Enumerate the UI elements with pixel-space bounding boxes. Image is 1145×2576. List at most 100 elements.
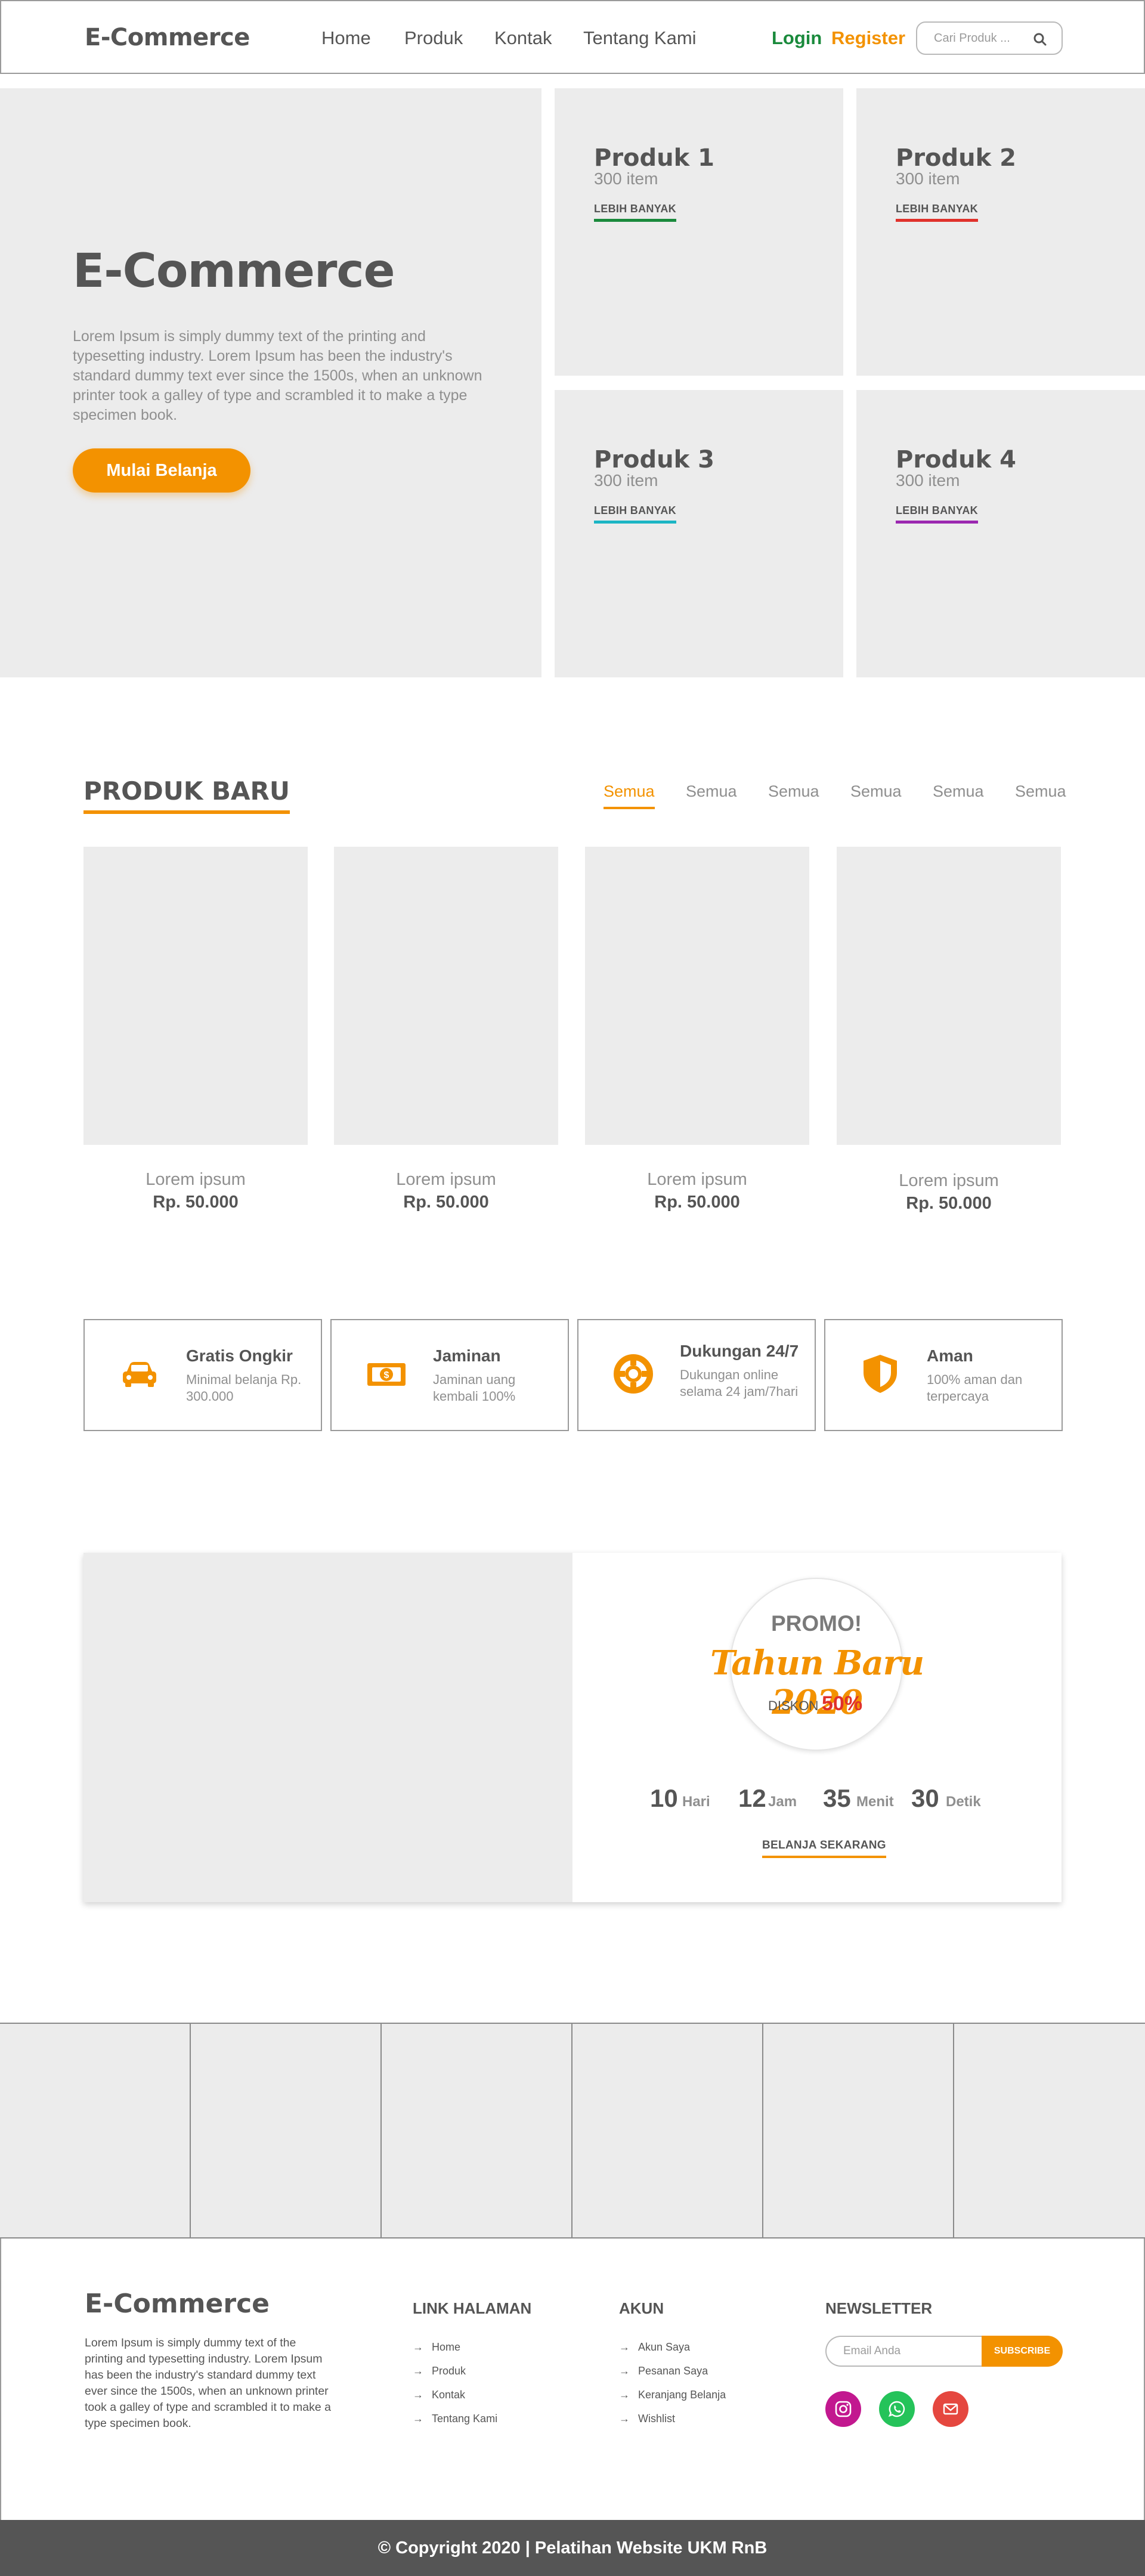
instagram-icon [835, 2401, 852, 2417]
countdown-days: 10 [650, 1784, 678, 1812]
countdown-minutes-unit: Menit [856, 1794, 894, 1810]
category-more-link[interactable]: LEBIH BANYAK [594, 504, 676, 524]
newsletter-email-input[interactable] [825, 2336, 983, 2367]
category-card[interactable]: Produk 3 300 item LEBIH BANYAK [555, 390, 843, 677]
product-price: Rp. 50.000 [654, 1193, 740, 1212]
footer-link-label[interactable]: Produk [432, 2365, 466, 2377]
hero-title: E-Commerce [73, 244, 395, 298]
footer-account-title: AKUN [619, 2299, 664, 2317]
gallery-tile[interactable] [572, 2024, 763, 2237]
category-card[interactable]: Produk 1 300 item LEBIH BANYAK [555, 88, 843, 376]
product-image[interactable] [334, 847, 558, 1145]
navbar: E-Commerce Home Produk Kontak Tentang Ka… [0, 0, 1145, 74]
gallery-tile[interactable] [0, 2024, 191, 2237]
footer-account-label[interactable]: Keranjang Belanja [638, 2389, 726, 2401]
feature-title: Dukungan 24/7 [680, 1342, 799, 1360]
footer-account-label[interactable]: Akun Saya [638, 2341, 690, 2354]
svg-text:$: $ [384, 1370, 389, 1380]
arrow-right-icon: → [413, 2412, 423, 2425]
filter-tab[interactable]: Semua [768, 782, 819, 801]
login-link[interactable]: Login [772, 27, 822, 49]
shop-now-link[interactable]: BELANJA SEKARANG [762, 1839, 886, 1858]
product-image[interactable] [837, 847, 1061, 1145]
category-count: 300 item [896, 471, 960, 490]
category-card[interactable]: Produk 2 300 item LEBIH BANYAK [856, 88, 1145, 376]
feature-card: $ Jaminan Jaminan uang kembali 100% [330, 1319, 569, 1431]
feature-description: Dukungan online selama 24 jam/7hari [680, 1367, 799, 1399]
feature-title: Gratis Ongkir [186, 1346, 293, 1365]
category-more-link[interactable]: LEBIH BANYAK [896, 203, 978, 222]
feature-card: Gratis Ongkir Minimal belanja Rp. 300.00… [83, 1319, 322, 1431]
footer-link-label[interactable]: Home [432, 2341, 460, 2354]
subscribe-button[interactable]: SUBSCRIBE [982, 2336, 1063, 2367]
start-shopping-button[interactable]: Mulai Belanja [73, 448, 250, 493]
footer-link-item[interactable]: → Tentang Kami [413, 2407, 497, 2431]
nav-kontak[interactable]: Kontak [494, 27, 552, 49]
category-title: Produk 3 [594, 446, 714, 473]
countdown-seconds-unit: Detik [946, 1794, 981, 1810]
brand-logo[interactable]: E-Commerce [85, 24, 250, 51]
footer-account-label[interactable]: Wishlist [638, 2413, 675, 2425]
footer-account-label[interactable]: Pesanan Saya [638, 2365, 708, 2377]
footer-link-item[interactable]: → Home [413, 2335, 497, 2359]
money-icon: $ [367, 1363, 406, 1386]
search-icon[interactable] [1032, 31, 1048, 48]
section-title-new-products: PRODUK BARU [83, 776, 290, 814]
nav-home[interactable]: Home [321, 27, 371, 49]
register-link[interactable]: Register [831, 27, 905, 49]
gallery-tile[interactable] [382, 2024, 572, 2237]
gallery-tile[interactable] [763, 2024, 954, 2237]
product-image[interactable] [83, 847, 308, 1145]
hero-banner: E-Commerce Lorem Ipsum is simply dummy t… [0, 88, 541, 677]
arrow-right-icon: → [619, 2412, 630, 2425]
footer-account-item[interactable]: → Keranjang Belanja [619, 2383, 726, 2407]
whatsapp-button[interactable] [879, 2391, 915, 2427]
arrow-right-icon: → [413, 2388, 423, 2401]
mail-icon [943, 2403, 958, 2415]
product-image[interactable] [585, 847, 809, 1145]
nav-produk[interactable]: Produk [404, 27, 463, 49]
filter-tab[interactable]: Semua [686, 782, 737, 801]
gallery-tile[interactable] [191, 2024, 382, 2237]
instagram-button[interactable] [825, 2391, 861, 2427]
feature-description: Jaminan uang kembali 100% [433, 1372, 516, 1404]
footer-link-item[interactable]: → Produk [413, 2359, 497, 2383]
footer-link-item[interactable]: → Kontak [413, 2383, 497, 2407]
category-more-link[interactable]: LEBIH BANYAK [594, 203, 676, 222]
filter-tab[interactable]: Semua [850, 782, 902, 801]
footer-account-list: → Akun Saya → Pesanan Saya → Keranjang Bela… [619, 2335, 726, 2431]
mail-button[interactable] [933, 2391, 968, 2427]
filter-tab[interactable]: Semua [604, 782, 655, 809]
footer-link-label[interactable]: Tentang Kami [432, 2413, 497, 2425]
search-box [916, 21, 1063, 55]
filter-tab[interactable]: Semua [933, 782, 984, 801]
feature-card: Aman 100% aman dan terpercaya [824, 1319, 1063, 1431]
feature-card: Dukungan 24/7 Dukungan online selama 24 … [577, 1319, 816, 1431]
footer-account-item[interactable]: → Wishlist [619, 2407, 726, 2431]
arrow-right-icon: → [413, 2340, 423, 2353]
filter-tab[interactable]: Semua [1015, 782, 1066, 801]
footer-account-item[interactable]: → Pesanan Saya [619, 2359, 726, 2383]
category-card[interactable]: Produk 4 300 item LEBIH BANYAK [856, 390, 1145, 677]
gallery-tile[interactable] [954, 2024, 1145, 2237]
discount-value: 50% [822, 1692, 863, 1715]
product-name[interactable]: Lorem ipsum [837, 1171, 1061, 1191]
arrow-right-icon: → [619, 2388, 630, 2401]
product-name[interactable]: Lorem ipsum [83, 1170, 308, 1190]
newsletter-title: NEWSLETTER [825, 2299, 933, 2317]
nav-tentang-kami[interactable]: Tentang Kami [583, 27, 697, 49]
product-name[interactable]: Lorem ipsum [585, 1170, 809, 1190]
product-name[interactable]: Lorem ipsum [334, 1170, 558, 1190]
footer-account-item[interactable]: → Akun Saya [619, 2335, 726, 2359]
feature-description: 100% aman dan terpercaya [927, 1372, 1023, 1404]
countdown-hours-unit: Jam [768, 1794, 797, 1810]
footer-brand: E-Commerce [85, 2289, 270, 2319]
footer-links-title: LINK HALAMAN [413, 2299, 532, 2317]
search-input[interactable] [934, 30, 1029, 47]
footer-description: Lorem Ipsum is simply dummy text of the … [85, 2336, 331, 2430]
category-more-link[interactable]: LEBIH BANYAK [896, 504, 978, 524]
promo-image [83, 1553, 572, 1902]
countdown-days-unit: Hari [682, 1794, 710, 1810]
arrow-right-icon: → [619, 2364, 630, 2377]
footer-link-label[interactable]: Kontak [432, 2389, 465, 2401]
